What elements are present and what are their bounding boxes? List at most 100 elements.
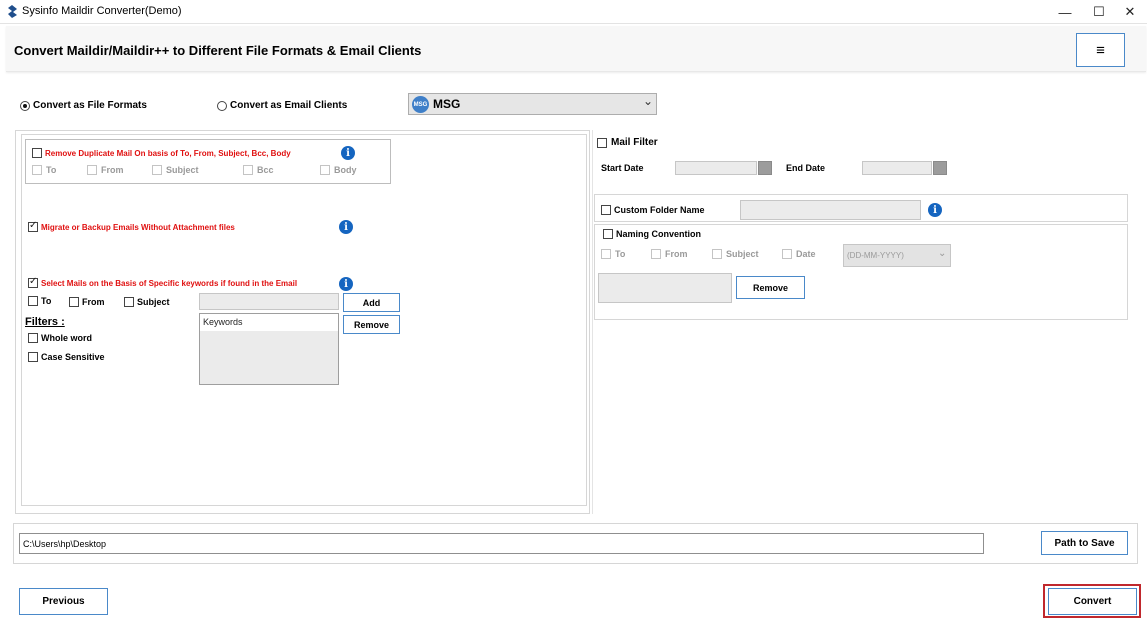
mail-filter-option[interactable]: Mail Filter — [597, 137, 658, 148]
page-title: Convert Maildir/Maildir++ to Different F… — [14, 43, 422, 58]
naming-from-checkbox[interactable] — [651, 249, 661, 259]
format-select[interactable]: MSG MSG ⌄ — [408, 93, 657, 115]
duplicate-bcc-checkbox[interactable] — [243, 165, 253, 175]
naming-subject-option[interactable]: Subject — [712, 249, 759, 259]
case-sensitive-checkbox[interactable] — [28, 352, 38, 362]
naming-date-option[interactable]: Date — [782, 249, 816, 259]
custom-folder-input[interactable] — [740, 200, 921, 220]
hamburger-menu-button[interactable]: ≡ — [1076, 33, 1125, 67]
keyword-subject-option[interactable]: Subject — [124, 297, 170, 307]
naming-subject-label: Subject — [726, 249, 759, 259]
duplicate-to-checkbox[interactable] — [32, 165, 42, 175]
radio-unselected-indicator[interactable] — [217, 100, 227, 111]
radio-file-formats-label: Convert as File Formats — [33, 100, 147, 111]
naming-to-checkbox[interactable] — [601, 249, 611, 259]
duplicate-to-label: To — [46, 165, 57, 175]
convert-button[interactable]: Convert — [1048, 588, 1137, 615]
filters-label: Filters : — [25, 316, 65, 328]
minimize-icon[interactable]: — — [1048, 0, 1082, 24]
radio-selected-indicator[interactable] — [20, 100, 30, 111]
naming-date-checkbox[interactable] — [782, 249, 792, 259]
remove-keyword-button[interactable]: Remove — [343, 315, 400, 334]
naming-subject-checkbox[interactable] — [712, 249, 722, 259]
start-date-label: Start Date — [601, 163, 644, 173]
duplicate-from-label: From — [101, 165, 124, 175]
close-icon[interactable]: ✕ — [1113, 0, 1147, 24]
keyword-to-label: To — [41, 296, 52, 306]
right-options-panel — [592, 130, 1138, 514]
keyword-input[interactable] — [199, 293, 339, 310]
duplicate-bcc-option[interactable]: Bcc — [243, 165, 274, 175]
duplicate-subject-label: Subject — [166, 165, 199, 175]
start-date-calendar-icon[interactable] — [758, 161, 772, 175]
menu-icon: ≡ — [1096, 41, 1105, 59]
duplicate-from-option[interactable]: From — [87, 165, 124, 175]
mail-filter-label: Mail Filter — [611, 137, 658, 148]
duplicate-checkbox[interactable] — [32, 148, 42, 158]
custom-folder-label: Custom Folder Name — [614, 205, 705, 215]
date-format-value: (DD-MM-YYYY) — [847, 251, 904, 260]
case-sensitive-option[interactable]: Case Sensitive — [28, 352, 105, 362]
save-path-input[interactable]: C:\Users\hp\Desktop — [19, 533, 984, 554]
radio-convert-file-formats[interactable]: Convert as File Formats — [20, 100, 147, 111]
keywords-list-header: Keywords — [200, 314, 338, 331]
duplicate-bcc-label: Bcc — [257, 165, 274, 175]
naming-order-list[interactable] — [598, 273, 732, 303]
header-bar: Convert Maildir/Maildir++ to Different F… — [6, 26, 1146, 72]
duplicate-label: Remove Duplicate Mail On basis of To, Fr… — [45, 148, 291, 158]
maximize-icon[interactable]: ☐ — [1082, 0, 1116, 24]
attachment-checkbox[interactable] — [28, 220, 38, 232]
keywords-label: Select Mails on the Basis of Specific ke… — [41, 278, 298, 288]
attachment-info-icon[interactable]: i — [339, 220, 353, 234]
end-date-label: End Date — [786, 163, 826, 173]
previous-button[interactable]: Previous — [19, 588, 108, 615]
naming-from-label: From — [665, 249, 688, 259]
start-date-input[interactable] — [675, 161, 757, 175]
duplicate-subject-checkbox[interactable] — [152, 165, 162, 175]
end-date-input[interactable] — [862, 161, 932, 175]
chevron-down-icon[interactable]: ⌄ — [938, 248, 946, 259]
keywords-checkbox-row[interactable]: Select Mails on the Basis of Specific ke… — [28, 276, 298, 288]
naming-convention-label: Naming Convention — [616, 229, 701, 239]
title-bar: Sysinfo Maildir Converter(Demo) — ☐ ✕ — [0, 0, 1147, 24]
date-format-select[interactable]: (DD-MM-YYYY) ⌄ — [843, 244, 951, 267]
keyword-from-checkbox[interactable] — [69, 297, 79, 307]
duplicate-body-label: Body — [334, 165, 357, 175]
add-keyword-button[interactable]: Add — [343, 293, 400, 312]
keyword-from-option[interactable]: From — [69, 297, 105, 307]
custom-folder-option[interactable]: Custom Folder Name — [601, 205, 705, 215]
custom-folder-checkbox[interactable] — [601, 205, 611, 215]
case-sensitive-label: Case Sensitive — [41, 352, 105, 362]
attachment-label: Migrate or Backup Emails Without Attachm… — [41, 222, 235, 232]
duplicate-body-option[interactable]: Body — [320, 165, 357, 175]
custom-folder-info-icon[interactable]: i — [928, 203, 942, 217]
attachment-checkbox-row[interactable]: Migrate or Backup Emails Without Attachm… — [28, 220, 235, 232]
whole-word-option[interactable]: Whole word — [28, 333, 92, 343]
whole-word-label: Whole word — [41, 333, 92, 343]
naming-convention-checkbox[interactable] — [603, 229, 613, 239]
duplicate-to-option[interactable]: To — [32, 165, 56, 175]
duplicate-from-checkbox[interactable] — [87, 165, 97, 175]
path-to-save-button[interactable]: Path to Save — [1041, 531, 1128, 555]
naming-remove-button[interactable]: Remove — [736, 276, 805, 299]
keywords-info-icon[interactable]: i — [339, 277, 353, 291]
keywords-list[interactable]: Keywords — [199, 313, 339, 385]
duplicate-checkbox-row[interactable]: Remove Duplicate Mail On basis of To, Fr… — [32, 148, 291, 158]
radio-email-clients-label: Convert as Email Clients — [230, 100, 348, 111]
chevron-down-icon[interactable]: ⌄ — [643, 94, 653, 108]
keyword-subject-checkbox[interactable] — [124, 297, 134, 307]
duplicate-info-icon[interactable]: i — [341, 146, 355, 160]
duplicate-group — [25, 139, 391, 184]
naming-to-option[interactable]: To — [601, 249, 625, 259]
keyword-to-option[interactable]: To — [28, 296, 51, 306]
duplicate-body-checkbox[interactable] — [320, 165, 330, 175]
duplicate-subject-option[interactable]: Subject — [152, 165, 199, 175]
naming-from-option[interactable]: From — [651, 249, 688, 259]
keyword-to-checkbox[interactable] — [28, 296, 38, 306]
naming-convention-option[interactable]: Naming Convention — [603, 229, 701, 239]
whole-word-checkbox[interactable] — [28, 333, 38, 343]
keywords-checkbox[interactable] — [28, 276, 38, 288]
end-date-calendar-icon[interactable] — [933, 161, 947, 175]
radio-convert-email-clients[interactable]: Convert as Email Clients — [217, 100, 347, 111]
mail-filter-checkbox[interactable] — [597, 137, 607, 148]
